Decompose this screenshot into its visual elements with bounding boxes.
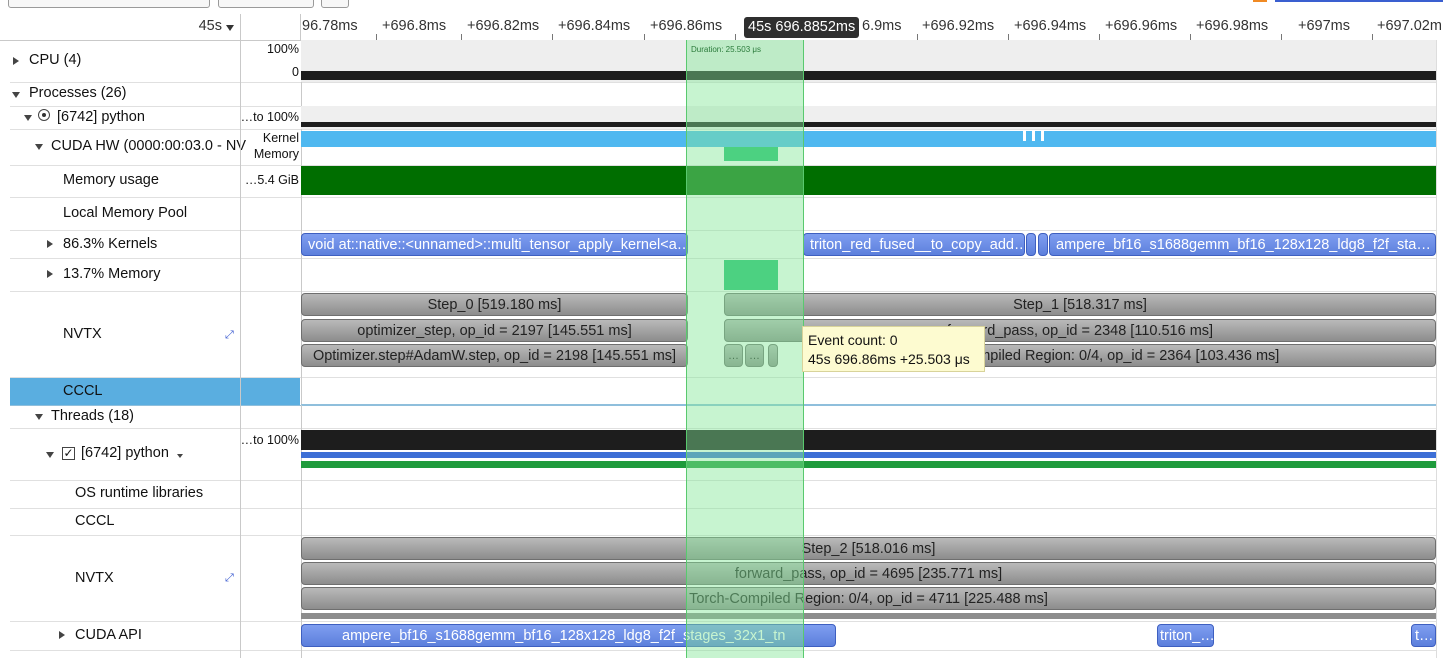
process-scale: …to 100% [240, 110, 299, 124]
expand-arrows-icon[interactable]: ⤢ [225, 329, 234, 342]
ruler-tick: +696.96ms [1105, 18, 1178, 34]
value-column: 100% 0 …to 100% Kernel Memory …5.4 GiB …… [240, 40, 302, 658]
tree-item-local-memory-pool[interactable]: Local Memory Pool [63, 205, 187, 221]
tree-item-memory-usage[interactable]: Memory usage [63, 172, 159, 188]
kernel-bar[interactable]: void at::native::<unnamed>::multi_tensor… [301, 233, 688, 256]
kernel-bar-small[interactable] [1026, 233, 1036, 256]
tree-item-python-process[interactable]: [6742] python [57, 109, 145, 125]
timeline-tree: CPU (4) Processes (26) [6742] python CUD… [0, 40, 246, 658]
nvtx-range-stub [301, 613, 1436, 619]
toolbar-button[interactable] [321, 0, 349, 8]
tree-item-nvtx-thread[interactable]: NVTX [75, 570, 114, 586]
radio-icon[interactable] [38, 109, 50, 121]
kernel-gap [1023, 131, 1026, 141]
memory-usage-value: …5.4 GiB [244, 173, 299, 187]
nvtx-range-adamw[interactable]: Optimizer.step#AdamW.step, op_id = 2198 … [301, 344, 688, 367]
ruler-tick: +696.8ms [382, 18, 447, 34]
memory-usage-fill [301, 166, 1436, 195]
nvtx-range-forward-pass-2[interactable]: forward_pass, op_id = 4695 [235.771 ms] [301, 562, 1436, 585]
nvtx-range-compiled-region-2[interactable]: Torch-Compiled Region: 0/4, op_id = 4711… [301, 587, 1436, 610]
collapse-icon[interactable] [46, 452, 54, 458]
expand-icon[interactable] [47, 270, 53, 278]
nvtx-range-optimizer-step[interactable]: optimizer_step, op_id = 2197 [145.551 ms… [301, 319, 688, 342]
thread-state-blue [301, 452, 1436, 458]
cpu-scale-top: 100% [267, 42, 299, 56]
expand-icon[interactable] [59, 631, 65, 639]
toolbar-fragment [0, 0, 1456, 14]
cuda-api-bar[interactable]: triton_… [1157, 624, 1214, 647]
tree-item-cccl[interactable]: CCCL [63, 383, 102, 399]
ruler-tick: +696.82ms [467, 18, 540, 34]
collapse-icon[interactable] [24, 115, 32, 121]
time-ruler[interactable]: 45s 96.78ms +696.8ms +696.82ms +696.84ms… [0, 14, 1456, 41]
selection-range[interactable]: Duration: 25.503 μs [686, 40, 804, 658]
ruler-tick: +696.92ms [922, 18, 995, 34]
expand-icon[interactable] [47, 240, 53, 248]
tree-item-cpu[interactable]: CPU (4) [29, 52, 81, 68]
tooltip-event-count: Event count: 0 [808, 332, 898, 348]
kernel-bar[interactable]: triton_red_fused__to_copy_add… [803, 233, 1025, 256]
cuda-hw-kernel-track[interactable] [301, 131, 1436, 147]
kernel-bar[interactable]: ampere_bf16_s1688gemm_bf16_128x128_ldg8_… [1049, 233, 1436, 256]
checkbox-checked-icon[interactable]: ✓ [62, 447, 75, 460]
ruler-tick: 96.78ms [302, 18, 358, 34]
ruler-tick: +697ms [1298, 18, 1350, 34]
thread-usage-bar [301, 430, 1436, 450]
thread-state-green [301, 461, 1436, 468]
expand-arrows-icon[interactable]: ⤢ [225, 572, 234, 585]
nvtx-range-step1[interactable]: Step_1 [518.317 ms] [724, 293, 1436, 316]
kernel-gap [1032, 131, 1035, 141]
cuda-hw-memory-label: Memory [253, 147, 299, 161]
ruler-tick: +697.02m [1377, 18, 1442, 34]
toolbar-button[interactable] [8, 0, 210, 8]
tree-item-cuda-api[interactable]: CUDA API [75, 627, 142, 643]
selection-duration-label: Duration: 25.503 μs [691, 45, 761, 54]
collapse-icon[interactable] [35, 144, 43, 150]
vertical-scrollbar[interactable] [1436, 40, 1456, 658]
thread-scale: …to 100% [240, 433, 299, 447]
ruler-tick: +696.86ms [650, 18, 723, 34]
tree-item-processes[interactable]: Processes (26) [29, 85, 127, 101]
link-fragment[interactable] [1275, 0, 1443, 2]
ruler-tick: 6.9ms [862, 18, 902, 34]
tree-item-memory[interactable]: 13.7% Memory [63, 266, 161, 282]
tree-item-nvtx[interactable]: NVTX [63, 326, 102, 342]
tooltip-time: 45s 696.86ms +25.503 μs [808, 351, 970, 367]
cursor-time-label: 45s 696.8852ms [744, 17, 860, 38]
warning-icon[interactable] [1253, 0, 1267, 2]
tree-item-kernels[interactable]: 86.3% Kernels [63, 236, 157, 252]
ruler-tick: +696.84ms [558, 18, 631, 34]
collapse-icon[interactable] [12, 92, 20, 98]
cpu-usage-bar [301, 71, 1436, 80]
chevron-down-icon[interactable] [226, 25, 234, 31]
tree-item-cccl-thread[interactable]: CCCL [75, 513, 114, 529]
tree-item-thread-python[interactable]: [6742] python [81, 445, 169, 461]
ruler-tick: +696.98ms [1196, 18, 1269, 34]
cccl-track-line [301, 404, 1436, 405]
collapse-icon[interactable] [35, 414, 43, 420]
chevron-down-icon[interactable] [177, 454, 183, 458]
zoom-control[interactable]: 45s [0, 14, 241, 40]
zoom-label[interactable]: 45s [199, 18, 222, 34]
tree-item-threads[interactable]: Threads (18) [51, 408, 134, 424]
cuda-api-bar[interactable]: t… [1411, 624, 1436, 647]
expand-icon[interactable] [13, 57, 19, 65]
hover-tooltip: Event count: 0 45s 696.86ms +25.503 μs [802, 326, 985, 372]
nvtx-range-step2[interactable]: Step_2 [518.016 ms] [301, 537, 1436, 560]
kernel-bar-small[interactable] [1038, 233, 1048, 256]
process-usage-bar [301, 122, 1436, 127]
toolbar-button[interactable] [218, 0, 314, 8]
ruler-value-spacer [240, 14, 301, 40]
tree-item-cuda-hw[interactable]: CUDA HW (0000:00:03.0 - NV [51, 138, 246, 154]
tree-item-os-runtime[interactable]: OS runtime libraries [75, 485, 203, 501]
cpu-scale-bottom: 0 [292, 65, 299, 79]
ruler-tick: +696.94ms [1014, 18, 1087, 34]
kernel-gap [1041, 131, 1044, 141]
cuda-hw-kernel-label: Kernel [262, 131, 299, 145]
nvtx-range-step0[interactable]: Step_0 [519.180 ms] [301, 293, 688, 316]
